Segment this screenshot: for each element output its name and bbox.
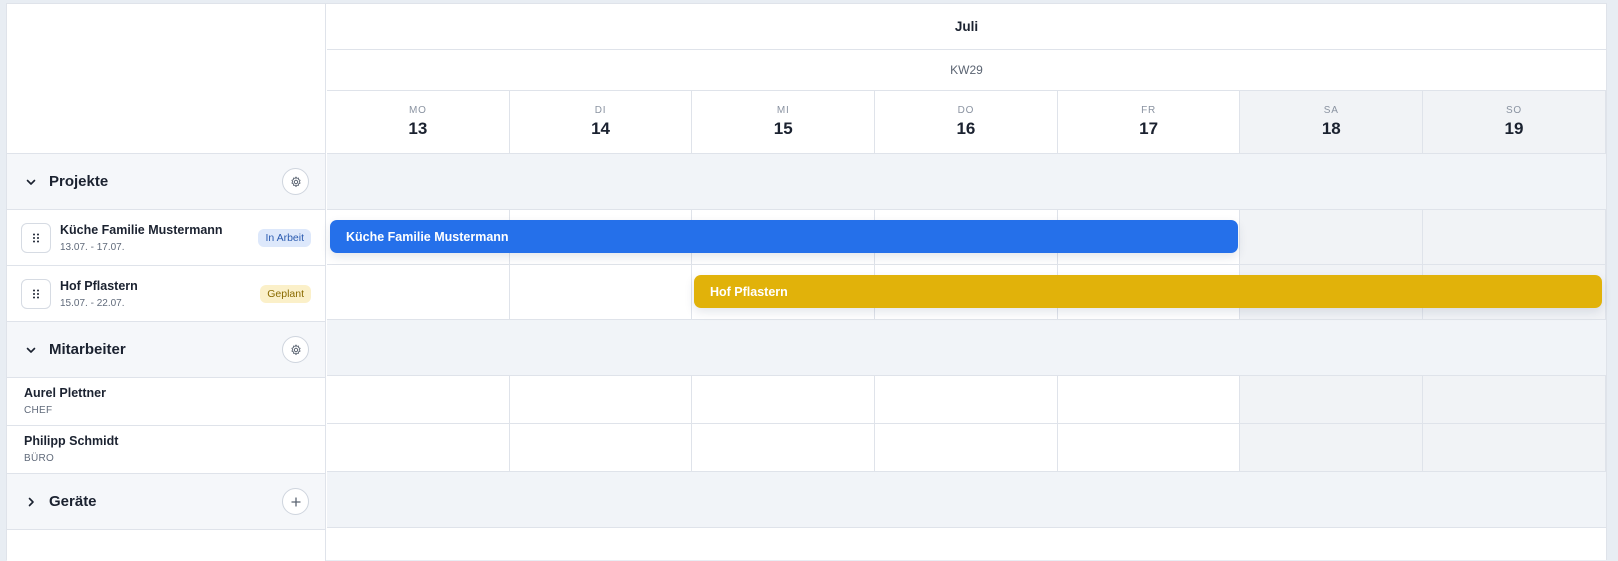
chevron-down-icon[interactable] [23, 342, 39, 358]
grid-cell[interactable] [1240, 210, 1424, 264]
grid-cell[interactable] [1423, 424, 1606, 471]
day-header[interactable]: MO 13 [327, 91, 510, 153]
day-name: FR [1141, 105, 1157, 116]
section-projects[interactable]: Projekte [7, 154, 325, 210]
project-bar[interactable]: Küche Familie Mustermann [330, 220, 1238, 253]
grid-cell[interactable] [327, 376, 510, 423]
day-number: 19 [1504, 119, 1524, 138]
resource-sidebar: Projekte Küche Familie Mustermann 13.07.… [7, 4, 326, 561]
grid-cell[interactable] [509, 376, 693, 423]
day-name: DI [594, 105, 607, 116]
day-number: 18 [1321, 119, 1341, 138]
grid-cell[interactable] [327, 265, 510, 319]
project-name: Hof Pflastern [60, 278, 138, 293]
chevron-right-icon[interactable] [23, 494, 39, 510]
section-title-projects: Projekte [49, 173, 109, 190]
drag-handle-icon [33, 289, 39, 298]
gear-icon [290, 176, 301, 187]
day-header[interactable]: SA 18 [1240, 91, 1424, 153]
employee-grid-row [327, 376, 1606, 424]
employee-row[interactable]: Philipp Schmidt BÜRO [7, 426, 325, 474]
day-header-row: MO 13 DI 14 MI 15 DO 16 FR 17 SA 18 SO 19 [327, 91, 1606, 154]
day-name: DO [957, 105, 975, 116]
planner-window: Projekte Küche Familie Mustermann 13.07.… [6, 3, 1607, 561]
employee-role: BÜRO [24, 453, 55, 464]
employee-role: CHEF [24, 405, 53, 416]
project-dates: 15.07. - 22.07. [60, 297, 125, 309]
grid-cell[interactable] [1240, 424, 1424, 471]
drag-handle-icon [33, 233, 39, 242]
project-dates: 13.07. - 17.07. [60, 241, 125, 253]
employee-grid-row [327, 424, 1606, 472]
day-header[interactable]: FR 17 [1058, 91, 1241, 153]
employee-name: Aurel Plettner [24, 386, 106, 400]
project-grid-row: Hof Pflastern [327, 265, 1606, 320]
grid-cell[interactable] [875, 376, 1058, 423]
section-devices[interactable]: Geräte [7, 474, 325, 530]
day-name: SA [1323, 105, 1339, 116]
day-number: 17 [1139, 119, 1159, 138]
day-number: 14 [591, 119, 610, 138]
grid-section-projects [327, 154, 1606, 210]
day-name: SO [1505, 105, 1522, 116]
day-header[interactable]: DO 16 [875, 91, 1058, 153]
grid-cell[interactable] [1057, 376, 1241, 423]
project-bar[interactable]: Hof Pflastern [694, 275, 1602, 308]
grid-cell[interactable] [875, 424, 1058, 471]
project-grid-row: Küche Familie Mustermann [327, 210, 1606, 265]
employees-settings-button[interactable] [282, 336, 309, 363]
grid-cell[interactable] [1423, 210, 1606, 264]
employee-name: Philipp Schmidt [24, 434, 119, 448]
add-device-button[interactable] [282, 488, 309, 515]
grid-cell[interactable] [509, 265, 693, 319]
day-header[interactable]: SO 19 [1423, 91, 1606, 153]
day-name: MI [776, 105, 790, 116]
grid-cell[interactable] [1057, 424, 1241, 471]
grid-cell[interactable] [1423, 376, 1606, 423]
grid-cell[interactable] [692, 424, 876, 471]
grid-section-employees [327, 320, 1606, 376]
drag-handle[interactable] [21, 278, 51, 309]
employee-row[interactable]: Aurel Plettner CHEF [7, 378, 325, 426]
grid-cell[interactable] [1240, 376, 1424, 423]
day-number: 16 [956, 119, 976, 138]
grid-cell[interactable] [327, 424, 510, 471]
project-name: Küche Familie Mustermann [60, 222, 223, 237]
project-row[interactable]: Küche Familie Mustermann 13.07. - 17.07.… [7, 210, 325, 266]
projects-settings-button[interactable] [282, 168, 309, 195]
grid-cell[interactable] [692, 376, 876, 423]
section-employees[interactable]: Mitarbeiter [7, 322, 325, 378]
day-header[interactable]: MI 15 [692, 91, 876, 153]
grid-cell[interactable] [509, 424, 693, 471]
plus-icon [290, 496, 301, 507]
day-name: MO [408, 105, 427, 116]
week-header: KW29 [327, 50, 1606, 91]
status-badge: Geplant [260, 284, 311, 303]
month-header: Juli [327, 4, 1606, 50]
status-badge: In Arbeit [258, 228, 311, 247]
chevron-down-icon[interactable] [23, 174, 39, 190]
drag-handle[interactable] [21, 222, 51, 253]
day-number: 13 [408, 119, 428, 138]
section-title-devices: Geräte [49, 493, 97, 510]
gear-icon [290, 344, 301, 355]
day-number: 15 [773, 119, 793, 138]
day-header[interactable]: DI 14 [510, 91, 693, 153]
grid-section-devices [327, 472, 1606, 528]
calendar-grid: Juli KW29 MO 13 DI 14 MI 15 DO 16 FR 17 SA 18 … [327, 4, 1606, 561]
project-row[interactable]: Hof Pflastern 15.07. - 22.07. Geplant [7, 266, 325, 322]
section-title-employees: Mitarbeiter [49, 341, 126, 358]
sidebar-header-spacer [7, 4, 325, 154]
